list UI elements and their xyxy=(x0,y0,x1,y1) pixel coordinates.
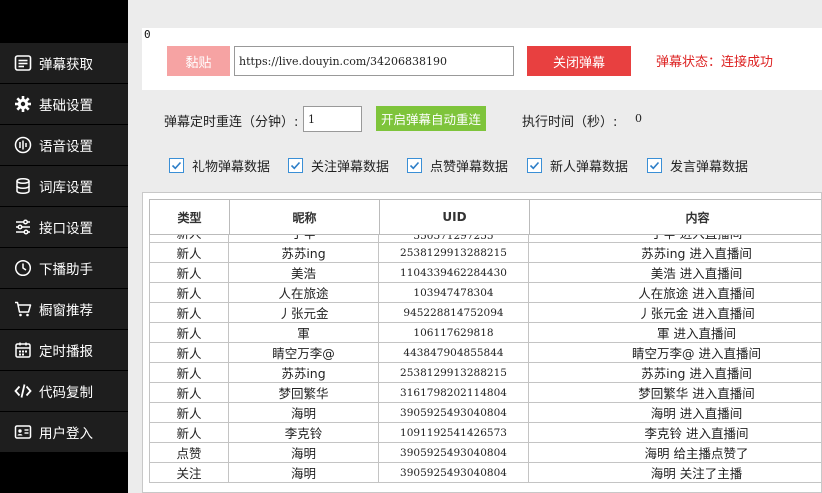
exec-time-value: 0 xyxy=(635,112,642,125)
barrage-table[interactable]: 类型 昵称 UID 内容 新人 于辛 550571297255 于辛 进入直播间… xyxy=(142,192,822,493)
checkbox-label: 点赞弹幕数据 xyxy=(430,160,509,175)
sidebar-item-label: 代码复制 xyxy=(39,385,93,401)
table-row[interactable]: 点赞 海明 3905925493040804 海明 给主播点赞了 xyxy=(149,443,821,463)
sidebar-item-label: 语音设置 xyxy=(39,139,93,155)
exec-time-label: 执行时间（秒）: xyxy=(522,115,618,130)
sidebar-item-showcase-recommend[interactable]: 橱窗推荐 xyxy=(0,289,128,329)
table-row[interactable]: 新人 苏苏ing 2538129913288215 苏苏ing 进入直播间 xyxy=(149,243,821,263)
checkmark-icon xyxy=(407,158,422,173)
auto-reconnect-button[interactable]: 开启弹幕自动重连 xyxy=(376,106,486,131)
code-icon xyxy=(13,381,33,401)
gift-barrage-checkbox[interactable]: 礼物弹幕数据 xyxy=(169,156,270,175)
sidebar-item-offline-assistant[interactable]: 下播助手 xyxy=(0,248,128,288)
column-header-type[interactable]: 类型 xyxy=(150,200,230,234)
sliders-icon xyxy=(13,217,33,237)
table-row[interactable]: 新人 梦回繁华 3161798202114804 梦回繁华 进入直播间 xyxy=(149,383,821,403)
checkbox-label: 发言弹幕数据 xyxy=(670,160,749,175)
like-barrage-checkbox[interactable]: 点赞弹幕数据 xyxy=(407,156,508,175)
sidebar-item-label: 用户登入 xyxy=(39,426,93,442)
paste-button[interactable]: 黏贴 xyxy=(167,46,230,76)
checkmark-icon xyxy=(527,158,542,173)
checkmark-icon xyxy=(169,158,184,173)
sidebar-item-label: 基础设置 xyxy=(39,98,93,114)
checkbox-label: 关注弹幕数据 xyxy=(311,160,390,175)
sidebar-item-label: 橱窗推荐 xyxy=(39,303,93,319)
sidebar-item-voice-settings[interactable]: 语音设置 xyxy=(0,125,128,165)
sidebar-item-label: 下播助手 xyxy=(39,262,93,278)
table-row[interactable]: 新人 丿张元金 945228814752094 丿张元金 进入直播间 xyxy=(149,303,821,323)
reconnect-interval-input[interactable]: 1 xyxy=(303,106,362,132)
sidebar-item-label: 词库设置 xyxy=(39,180,93,196)
sidebar-item-scheduled-broadcast[interactable]: 定时播报 xyxy=(0,330,128,370)
table-row[interactable]: 新人軍 106117629818 軍 进入直播间 xyxy=(149,323,821,343)
clock-icon xyxy=(13,258,33,278)
newcomer-barrage-checkbox[interactable]: 新人弹幕数据 xyxy=(527,156,628,175)
sidebar-item-barrage-fetch[interactable]: 弹幕获取 xyxy=(0,43,128,83)
comment-barrage-checkbox[interactable]: 发言弹幕数据 xyxy=(647,156,748,175)
close-barrage-button[interactable]: 关闭弹幕 xyxy=(527,46,631,76)
column-header-content[interactable]: 内容 xyxy=(530,200,821,234)
gear-icon xyxy=(13,94,33,114)
sidebar-item-user-login[interactable]: 用户登入 xyxy=(0,412,128,452)
reconnect-interval-label: 弹幕定时重连（分钟）: xyxy=(164,115,299,130)
barrage-status: 弹幕状态：连接成功 xyxy=(656,55,774,70)
checkmark-icon xyxy=(647,158,662,173)
waveform-icon xyxy=(13,135,33,155)
checkbox-label: 新人弹幕数据 xyxy=(550,160,629,175)
table-body: 新人 于辛 550571297255 于辛 进入直播间 新人苏苏ing25381… xyxy=(149,235,821,483)
live-url-input[interactable]: https://live.douyin.com/34206838190 xyxy=(234,46,514,76)
id-card-icon xyxy=(13,422,33,442)
table-row[interactable]: 新人 美浩 1104339462284430 美浩 进入直播间 xyxy=(149,263,821,283)
sidebar-item-code-copy[interactable]: 代码复制 xyxy=(0,371,128,411)
sidebar: 弹幕获取 基础设置 语音设置 词库设置 接口设置 下播助手 橱窗推荐 定时播报 … xyxy=(0,0,128,493)
sidebar-item-lexicon-settings[interactable]: 词库设置 xyxy=(0,166,128,206)
column-header-nickname[interactable]: 昵称 xyxy=(230,200,380,234)
sidebar-item-basic-settings[interactable]: 基础设置 xyxy=(0,84,128,124)
table-row[interactable]: 新人 海明 3905925493040804 海明 进入直播间 xyxy=(149,403,821,423)
table-row[interactable]: 新人 睛空万李@ 443847904855844 睛空万李@ 进入直播间 xyxy=(149,343,821,363)
follow-barrage-checkbox[interactable]: 关注弹幕数据 xyxy=(288,156,389,175)
sidebar-item-api-settings[interactable]: 接口设置 xyxy=(0,207,128,247)
counter-label: 0 xyxy=(144,28,151,41)
checkmark-icon xyxy=(288,158,303,173)
table-row[interactable]: 新人 李克铃 1091192541426573 李克铃 进入直播间 xyxy=(149,423,821,443)
table-row[interactable]: 新人 于辛 550571297255 于辛 进入直播间 xyxy=(149,235,821,243)
table-row[interactable]: 关注 海明 3905925493040804 海明 关注了主播 xyxy=(149,463,821,483)
table-row[interactable]: 新人 苏苏ing 2538129913288215 苏苏ing 进入直播间 xyxy=(149,363,821,383)
sidebar-item-label: 弹幕获取 xyxy=(39,57,93,73)
table-row[interactable]: 新人 人在旅途 103947478304 人在旅途 进入直播间 xyxy=(149,283,821,303)
database-icon xyxy=(13,176,33,196)
calendar-icon xyxy=(13,340,33,360)
cart-icon xyxy=(13,299,33,319)
table-header: 类型 昵称 UID 内容 xyxy=(149,199,821,235)
main-panel: 0 黏贴 https://live.douyin.com/34206838190… xyxy=(128,0,822,493)
sidebar-item-label: 接口设置 xyxy=(39,221,93,237)
checkbox-label: 礼物弹幕数据 xyxy=(192,160,271,175)
list-icon xyxy=(13,53,33,73)
column-header-uid[interactable]: UID xyxy=(380,200,530,234)
sidebar-item-label: 定时播报 xyxy=(39,344,93,360)
